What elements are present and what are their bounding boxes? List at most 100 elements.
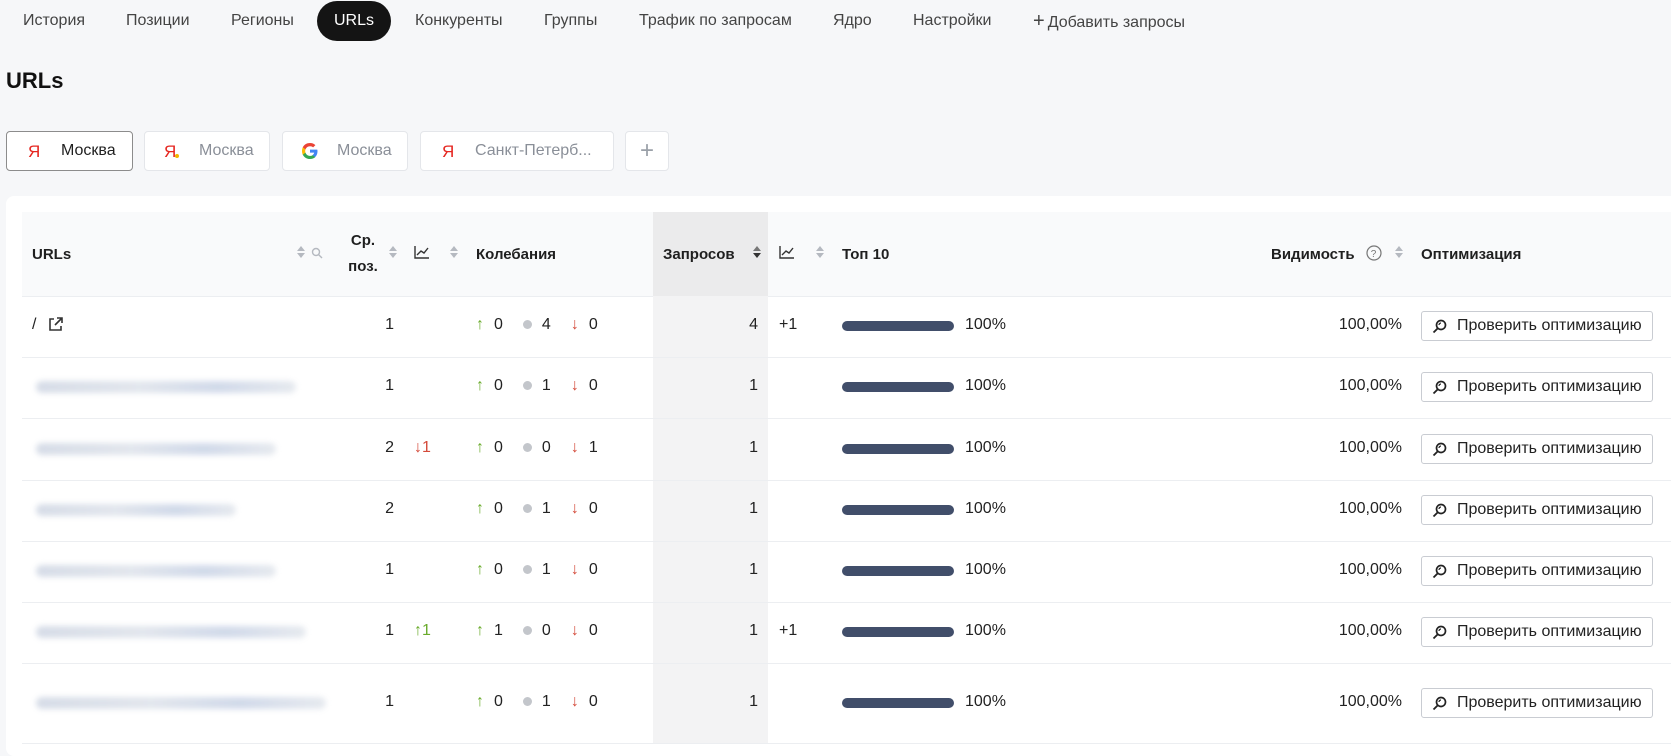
- tab-positions[interactable]: Позиции: [126, 0, 190, 42]
- url-link-blurred[interactable]: [36, 443, 276, 455]
- header-fluctuations: Колебания: [476, 245, 557, 263]
- fluct-value: 1: [541, 561, 551, 578]
- add-queries-button[interactable]: + Добавить запросы: [1033, 0, 1185, 42]
- sort-queries-change-icon[interactable]: [816, 246, 824, 258]
- svg-text:Я: Я: [28, 142, 40, 160]
- external-link-icon[interactable]: [47, 316, 64, 338]
- chip-label: Москва: [199, 142, 254, 159]
- google-icon: [299, 140, 321, 162]
- top10-bar: [842, 698, 954, 708]
- tab-urls[interactable]: URLs: [317, 1, 392, 41]
- top-nav: История Позиции Регионы URLs Конкуренты …: [0, 0, 1671, 42]
- chip-label: Москва: [337, 142, 392, 159]
- check-optimization-button[interactable]: Проверить оптимизацию: [1421, 495, 1653, 525]
- chip-yandex-moscow[interactable]: Я Москва: [6, 131, 133, 171]
- queries-count: 1: [749, 439, 758, 456]
- search-magnifier-icon: [1432, 564, 1447, 579]
- arrow-up-icon: ↑: [476, 622, 484, 639]
- arrow-down-icon: ↓: [570, 622, 579, 639]
- check-optimization-button[interactable]: Проверить оптимизацию: [1421, 556, 1653, 586]
- search-magnifier-icon: [1432, 696, 1447, 711]
- fluct-up: ↑ 0: [476, 316, 513, 333]
- fluct-value: 0: [588, 561, 598, 578]
- top10-bar: [842, 444, 954, 454]
- tab-groups[interactable]: Группы: [544, 0, 597, 42]
- fluct-value: 0: [588, 693, 598, 710]
- fluct-value: 0: [494, 561, 503, 578]
- chip-yandex-alt-moscow[interactable]: Я Москва: [144, 131, 270, 171]
- check-optimization-button[interactable]: Проверить оптимизацию: [1421, 372, 1653, 402]
- header-top10: Топ 10: [842, 245, 890, 263]
- sort-pos-change-icon[interactable]: [450, 246, 458, 258]
- tab-settings[interactable]: Настройки: [913, 0, 991, 42]
- chart-trend-icon[interactable]: [779, 245, 795, 259]
- queries-change: +1: [779, 316, 798, 333]
- sort-queries-icon[interactable]: [753, 246, 761, 258]
- fluct-value: 4: [541, 316, 551, 333]
- svg-text:Я: Я: [442, 142, 454, 160]
- dot-icon: [522, 565, 532, 575]
- svg-text:?: ?: [1371, 249, 1377, 260]
- header-visibility[interactable]: Видимость: [1271, 212, 1355, 296]
- header-optimization: Оптимизация: [1421, 245, 1522, 263]
- search-magnifier-icon: [1432, 503, 1447, 518]
- url-link-blurred[interactable]: [36, 381, 296, 393]
- fluct-down: ↓ 0: [571, 693, 608, 710]
- yandex-dot-icon: Я: [161, 140, 183, 162]
- yandex-icon: Я: [23, 140, 45, 162]
- top10-percent: 100%: [965, 561, 1006, 578]
- fluct-down: ↓ 0: [571, 377, 608, 394]
- add-region-button[interactable]: +: [625, 131, 669, 171]
- search-magnifier-icon: [1432, 380, 1447, 395]
- url-link-blurred[interactable]: [36, 565, 276, 577]
- fluctuations: ↑ 0 0 ↓ 1: [476, 439, 618, 457]
- avg-position: 1: [385, 693, 394, 710]
- top10-percent: 100%: [965, 622, 1006, 639]
- avg-position: 2: [385, 500, 394, 517]
- fluct-value: 0: [494, 500, 503, 517]
- tab-query-traffic[interactable]: Трафик по запросам: [639, 0, 792, 42]
- position-change-value: 1: [422, 439, 431, 456]
- fluct-up: ↑ 0: [476, 439, 513, 456]
- header-avg-pos[interactable]: Ср. поз.: [343, 212, 383, 296]
- fluct-up: ↑ 1: [476, 622, 513, 639]
- tab-regions[interactable]: Регионы: [231, 0, 294, 42]
- arrow-down-icon: ↓: [570, 439, 579, 456]
- arrow-down-icon: ↓: [414, 439, 422, 456]
- top10-bar: [842, 627, 954, 637]
- search-magnifier-icon: [1432, 625, 1447, 640]
- help-icon[interactable]: ?: [1366, 245, 1382, 261]
- queries-count: 1: [749, 377, 758, 394]
- check-optimization-button[interactable]: Проверить оптимизацию: [1421, 688, 1653, 718]
- avg-position: 1: [385, 561, 394, 578]
- top10-bar: [842, 382, 954, 392]
- chip-google-moscow[interactable]: Москва: [282, 131, 408, 171]
- url-link-blurred[interactable]: [36, 697, 326, 709]
- tab-history[interactable]: История: [23, 0, 85, 42]
- header-visibility-label: Видимость: [1271, 245, 1355, 263]
- search-magnifier-icon: [1432, 319, 1447, 334]
- fluct-value: 0: [494, 316, 503, 333]
- chip-yandex-spb[interactable]: Я Санкт-Петерб...: [420, 131, 614, 171]
- url-link-blurred[interactable]: [36, 626, 306, 638]
- url-link-blurred[interactable]: [36, 504, 236, 516]
- visibility-value: 100,00%: [1338, 622, 1402, 639]
- tab-competitors[interactable]: Конкуренты: [415, 0, 503, 42]
- search-icon[interactable]: [311, 247, 323, 259]
- fluctuations: ↑ 0 1 ↓ 0: [476, 561, 618, 579]
- check-optimization-button[interactable]: Проверить оптимизацию: [1421, 434, 1653, 464]
- sort-urls-icon[interactable]: [297, 246, 305, 258]
- fluct-up: ↑ 0: [476, 500, 513, 517]
- url-link[interactable]: /: [32, 316, 36, 334]
- check-optimization-button[interactable]: Проверить оптимизацию: [1421, 311, 1653, 341]
- header-queries[interactable]: Запросов: [663, 212, 735, 296]
- queries-count: 1: [749, 500, 758, 517]
- check-optimization-button[interactable]: Проверить оптимизацию: [1421, 617, 1653, 647]
- tab-core[interactable]: Ядро: [833, 0, 872, 42]
- header-queries-label: Запросов: [663, 245, 735, 263]
- header-urls[interactable]: URLs: [32, 212, 71, 296]
- fluct-value: 0: [494, 693, 503, 710]
- sort-avg-pos-icon[interactable]: [389, 246, 397, 258]
- sort-visibility-icon[interactable]: [1395, 246, 1403, 258]
- chart-trend-icon[interactable]: [414, 245, 430, 259]
